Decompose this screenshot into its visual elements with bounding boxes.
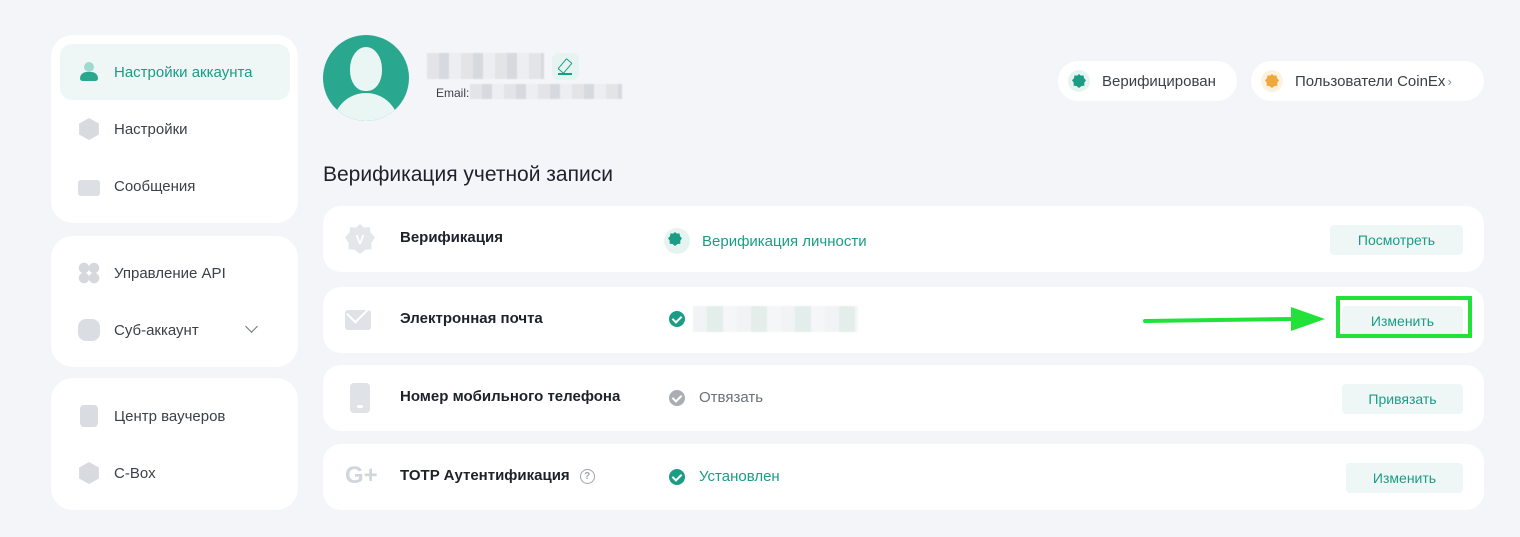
change-totp-button[interactable]: Изменить bbox=[1346, 463, 1463, 493]
status-text: Отвязать bbox=[699, 389, 764, 406]
verified-badge-label: Верифицирован bbox=[1102, 72, 1216, 90]
help-icon[interactable]: ? bbox=[579, 469, 595, 484]
annotation-highlight-box bbox=[1336, 296, 1472, 338]
sidebar-item-account-settings[interactable]: Настройки аккаунта bbox=[60, 44, 290, 100]
verified-shield-icon bbox=[664, 228, 690, 254]
email-icon bbox=[345, 310, 371, 330]
sidebar-item-label: Настройки аккаунта bbox=[114, 63, 253, 81]
row-label: Электронная почта bbox=[400, 310, 543, 327]
row-status: Установлен bbox=[669, 468, 780, 485]
cbox-icon bbox=[79, 462, 99, 484]
sidebar-group-api: Управление API Суб-аккаунт bbox=[51, 236, 298, 367]
check-icon bbox=[669, 468, 685, 485]
verified-badge[interactable]: Верифицирован bbox=[1058, 61, 1237, 101]
sidebar-item-subaccount[interactable]: Суб-аккаунт bbox=[60, 302, 290, 358]
row-label: Номер мобильного телефона bbox=[400, 388, 621, 405]
status-text: Верификация личности bbox=[702, 232, 867, 250]
sidebar-item-label: Суб-аккаунт bbox=[114, 321, 199, 339]
messages-icon bbox=[78, 179, 100, 196]
row-verification: V Верификация Верификация личности Посмо… bbox=[323, 206, 1484, 272]
sidebar-item-settings[interactable]: Настройки bbox=[60, 101, 290, 157]
chevron-right-icon: › bbox=[1447, 73, 1452, 89]
sidebar-item-cbox[interactable]: C-Box bbox=[60, 445, 290, 501]
verification-icon: V bbox=[345, 224, 375, 254]
sidebar-item-api[interactable]: Управление API bbox=[60, 245, 290, 301]
sidebar-group-rewards: Центр ваучеров C-Box bbox=[51, 378, 298, 510]
row-phone: Номер мобильного телефона Отвязать Привя… bbox=[323, 365, 1484, 431]
row-totp: G+ TOTP Аутентификация? Установлен Измен… bbox=[323, 444, 1484, 510]
check-icon bbox=[669, 389, 685, 406]
sidebar-item-label: Центр ваучеров bbox=[114, 407, 226, 425]
sidebar-item-messages[interactable]: Сообщения bbox=[60, 158, 290, 214]
coinex-users-label: Пользователи CoinEx bbox=[1295, 72, 1446, 90]
username-redacted bbox=[427, 53, 544, 79]
sidebar-group-account: Настройки аккаунта Настройки Сообщения bbox=[51, 35, 298, 223]
account-icon bbox=[78, 61, 100, 83]
sidebar-item-label: Сообщения bbox=[114, 177, 196, 195]
google-authenticator-icon: G+ bbox=[345, 462, 378, 489]
avatar[interactable] bbox=[323, 35, 409, 121]
sidebar-item-label: Настройки bbox=[114, 120, 188, 138]
coinex-badge-icon bbox=[1261, 70, 1283, 92]
email-label: Email: bbox=[436, 86, 470, 100]
annotation-arrow bbox=[1143, 307, 1325, 331]
voucher-icon bbox=[80, 405, 98, 427]
page-title: Верификация учетной записи bbox=[323, 163, 613, 186]
bind-phone-button[interactable]: Привязать bbox=[1342, 384, 1463, 414]
edit-icon[interactable] bbox=[552, 53, 579, 80]
verified-badge-icon bbox=[1068, 70, 1090, 92]
api-icon bbox=[78, 262, 100, 284]
chevron-down-icon[interactable] bbox=[245, 320, 258, 333]
coinex-users-badge[interactable]: Пользователи CoinEx › bbox=[1251, 61, 1484, 101]
row-status: Отвязать bbox=[669, 389, 763, 406]
subaccount-icon bbox=[78, 319, 100, 341]
status-text: Установлен bbox=[699, 468, 780, 485]
view-button[interactable]: Посмотреть bbox=[1330, 225, 1463, 255]
row-label-text: TOTP Аутентификация bbox=[400, 467, 570, 484]
row-label: TOTP Аутентификация? bbox=[400, 467, 595, 484]
check-icon bbox=[669, 311, 685, 327]
email-value-redacted bbox=[693, 306, 858, 332]
row-status: Верификация личности bbox=[664, 228, 867, 254]
email-redacted bbox=[470, 84, 622, 99]
sidebar-item-voucher-center[interactable]: Центр ваучеров bbox=[60, 388, 290, 444]
row-label: Верификация bbox=[400, 229, 503, 246]
phone-icon bbox=[350, 383, 370, 413]
settings-icon bbox=[79, 118, 99, 140]
sidebar-item-label: Управление API bbox=[114, 264, 226, 282]
sidebar-item-label: C-Box bbox=[114, 464, 156, 482]
